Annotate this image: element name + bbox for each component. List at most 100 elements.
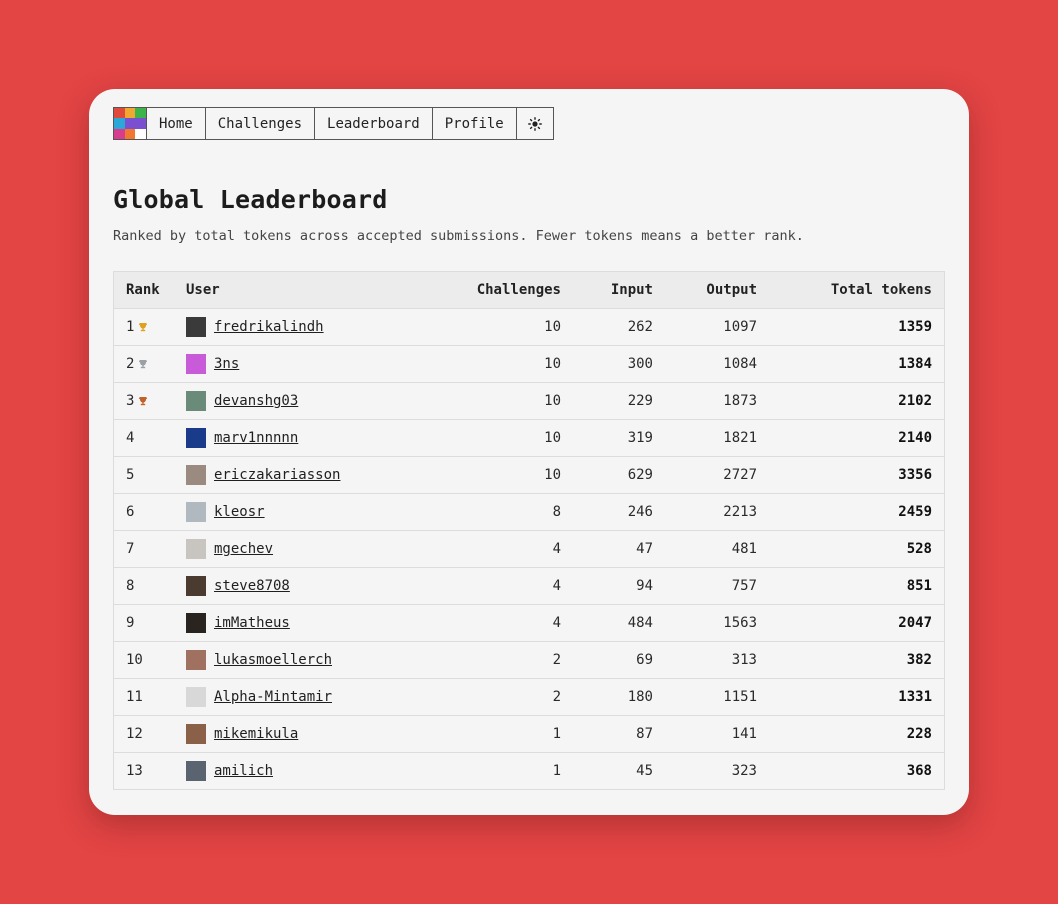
challenges-cell: 4 bbox=[422, 567, 573, 605]
page-subtitle: Ranked by total tokens across accepted s… bbox=[113, 228, 804, 244]
challenges-cell: 2 bbox=[422, 641, 573, 679]
table-row: 3 devanshg03 10 229 1873 2102 bbox=[113, 382, 945, 420]
username-link[interactable]: ericzakariasson bbox=[214, 467, 340, 483]
top-nav: Home Challenges Leaderboard Profile bbox=[113, 107, 554, 140]
username-link[interactable]: imMatheus bbox=[214, 615, 290, 631]
user-cell: lukasmoellerch bbox=[174, 641, 423, 679]
header-user: User bbox=[174, 271, 423, 309]
username-link[interactable]: devanshg03 bbox=[214, 393, 298, 409]
logo-tile bbox=[135, 118, 146, 129]
input-cell: 94 bbox=[573, 567, 665, 605]
input-cell: 484 bbox=[573, 604, 665, 642]
rank-cell: 4 bbox=[113, 419, 174, 457]
app-logo[interactable] bbox=[114, 108, 147, 139]
rank-value: 5 bbox=[126, 467, 135, 483]
avatar[interactable] bbox=[186, 539, 206, 559]
user-cell: amilich bbox=[174, 752, 423, 790]
rank-value: 10 bbox=[126, 652, 143, 668]
nav-leaderboard[interactable]: Leaderboard bbox=[315, 108, 433, 139]
leaderboard-card: Home Challenges Leaderboard Profile Glob… bbox=[89, 89, 969, 815]
avatar[interactable] bbox=[186, 613, 206, 633]
username-link[interactable]: fredrikalindh bbox=[214, 319, 324, 335]
challenges-cell: 1 bbox=[422, 752, 573, 790]
total-tokens-cell: 382 bbox=[769, 641, 945, 679]
avatar[interactable] bbox=[186, 465, 206, 485]
username-link[interactable]: mgechev bbox=[214, 541, 273, 557]
nav-challenges[interactable]: Challenges bbox=[206, 108, 316, 139]
username-link[interactable]: marv1nnnnn bbox=[214, 430, 298, 446]
user-info: steve8708 bbox=[186, 576, 410, 596]
avatar[interactable] bbox=[186, 761, 206, 781]
user-info: mgechev bbox=[186, 539, 410, 559]
username-link[interactable]: Alpha-Mintamir bbox=[214, 689, 332, 705]
rank-value: 13 bbox=[126, 763, 143, 779]
avatar[interactable] bbox=[186, 317, 206, 337]
output-cell: 1151 bbox=[665, 678, 769, 716]
trophy-icon bbox=[139, 397, 148, 406]
output-cell: 2213 bbox=[665, 493, 769, 531]
user-info: devanshg03 bbox=[186, 391, 410, 411]
user-cell: devanshg03 bbox=[174, 382, 423, 420]
user-cell: mikemikula bbox=[174, 715, 423, 753]
rank-value: 12 bbox=[126, 726, 143, 742]
avatar[interactable] bbox=[186, 650, 206, 670]
rank-cell: 1 bbox=[113, 308, 174, 346]
rank-cell: 12 bbox=[113, 715, 174, 753]
logo-tile bbox=[135, 128, 146, 139]
table-row: 6 kleosr 8 246 2213 2459 bbox=[113, 493, 945, 531]
username-link[interactable]: 3ns bbox=[214, 356, 239, 372]
avatar[interactable] bbox=[186, 502, 206, 522]
total-tokens-cell: 1331 bbox=[769, 678, 945, 716]
avatar[interactable] bbox=[186, 724, 206, 744]
total-tokens-cell: 368 bbox=[769, 752, 945, 790]
user-cell: steve8708 bbox=[174, 567, 423, 605]
total-tokens-cell: 1384 bbox=[769, 345, 945, 383]
avatar[interactable] bbox=[186, 354, 206, 374]
user-info: imMatheus bbox=[186, 613, 410, 633]
output-cell: 757 bbox=[665, 567, 769, 605]
challenges-cell: 1 bbox=[422, 715, 573, 753]
avatar[interactable] bbox=[186, 687, 206, 707]
avatar[interactable] bbox=[186, 576, 206, 596]
user-cell: imMatheus bbox=[174, 604, 423, 642]
input-cell: 87 bbox=[573, 715, 665, 753]
rank-value: 11 bbox=[126, 689, 143, 705]
rank-value: 8 bbox=[126, 578, 135, 594]
table-row: 10 lukasmoellerch 2 69 313 382 bbox=[113, 641, 945, 679]
rank-value: 7 bbox=[126, 541, 135, 557]
table-row: 4 marv1nnnnn 10 319 1821 2140 bbox=[113, 419, 945, 457]
username-link[interactable]: amilich bbox=[214, 763, 273, 779]
username-link[interactable]: kleosr bbox=[214, 504, 265, 520]
sun-icon bbox=[527, 116, 542, 131]
total-tokens-cell: 2047 bbox=[769, 604, 945, 642]
username-link[interactable]: steve8708 bbox=[214, 578, 290, 594]
username-link[interactable]: mikemikula bbox=[214, 726, 298, 742]
table-row: 9 imMatheus 4 484 1563 2047 bbox=[113, 604, 945, 642]
user-cell: 3ns bbox=[174, 345, 423, 383]
avatar[interactable] bbox=[186, 391, 206, 411]
table-row: 1 fredrikalindh 10 262 1097 1359 bbox=[113, 308, 945, 346]
user-info: kleosr bbox=[186, 502, 410, 522]
output-cell: 2727 bbox=[665, 456, 769, 494]
theme-toggle-button[interactable] bbox=[517, 108, 553, 139]
output-cell: 1097 bbox=[665, 308, 769, 346]
nav-profile[interactable]: Profile bbox=[433, 108, 517, 139]
logo-tile bbox=[124, 108, 136, 119]
logo-tile bbox=[114, 128, 125, 139]
user-cell: mgechev bbox=[174, 530, 423, 568]
avatar[interactable] bbox=[186, 428, 206, 448]
table-header-row: Rank User Challenges Input Output Total … bbox=[113, 271, 945, 309]
total-tokens-cell: 528 bbox=[769, 530, 945, 568]
total-tokens-cell: 851 bbox=[769, 567, 945, 605]
header-rank: Rank bbox=[113, 271, 174, 309]
challenges-cell: 4 bbox=[422, 604, 573, 642]
username-link[interactable]: lukasmoellerch bbox=[214, 652, 332, 668]
header-total-tokens: Total tokens bbox=[769, 271, 945, 309]
total-tokens-cell: 3356 bbox=[769, 456, 945, 494]
table-row: 7 mgechev 4 47 481 528 bbox=[113, 530, 945, 568]
input-cell: 229 bbox=[573, 382, 665, 420]
user-cell: marv1nnnnn bbox=[174, 419, 423, 457]
challenges-cell: 10 bbox=[422, 308, 573, 346]
nav-home[interactable]: Home bbox=[147, 108, 206, 139]
user-info: Alpha-Mintamir bbox=[186, 687, 410, 707]
